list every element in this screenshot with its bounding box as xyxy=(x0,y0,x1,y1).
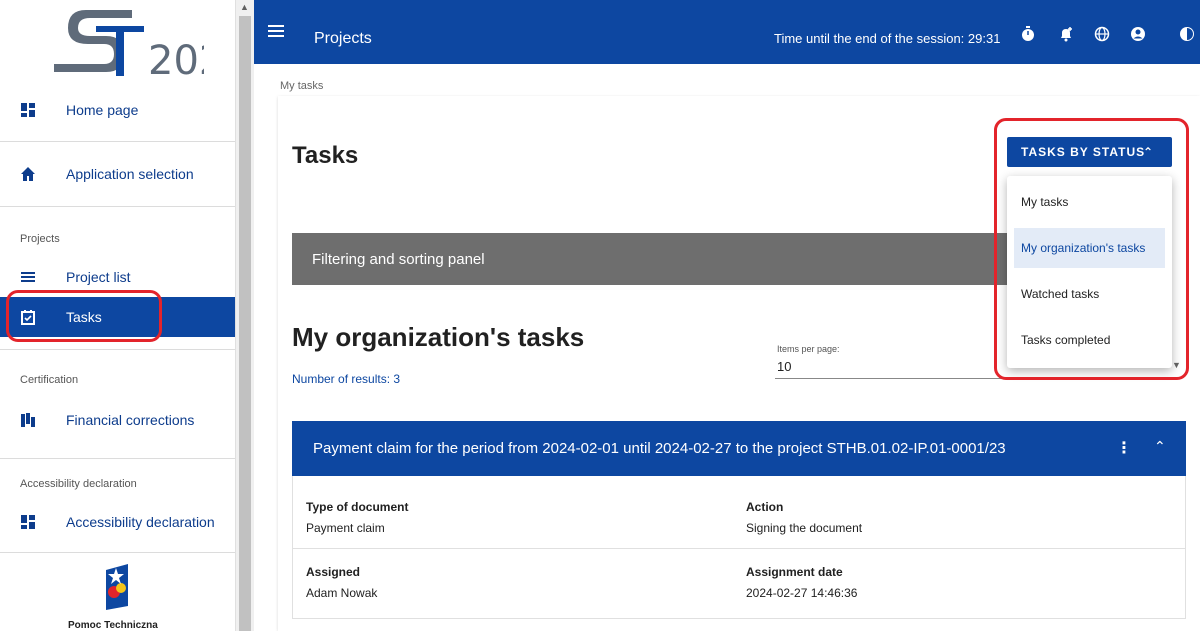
nav-financial-corrections[interactable]: Financial corrections xyxy=(0,400,235,440)
section-title: My organization's tasks xyxy=(292,322,585,352)
nav-home-label: Home page xyxy=(66,102,139,118)
task-card-header[interactable]: Payment claim for the period from 2024-0… xyxy=(292,421,1186,476)
nav-home[interactable]: Home page xyxy=(0,90,235,130)
home-icon xyxy=(21,167,35,181)
topbar-title: Projects xyxy=(314,30,372,47)
nav-accessibility-label: Accessibility declaration xyxy=(66,514,215,530)
section-accessibility: Accessibility declaration xyxy=(20,478,137,490)
scroll-up-arrow-icon[interactable]: ▲ xyxy=(240,2,249,12)
section-projects: Projects xyxy=(20,233,60,245)
divider xyxy=(0,552,235,553)
assignment-date-value: 2024-02-27 14:46:36 xyxy=(746,586,858,600)
row-divider xyxy=(292,548,1186,549)
dashboard-icon xyxy=(21,515,35,529)
page-title: Tasks xyxy=(292,142,359,169)
divider xyxy=(0,206,235,207)
breadcrumb[interactable]: My tasks xyxy=(280,80,323,92)
assigned-label: Assigned xyxy=(306,565,361,579)
items-per-page-label: Items per page: xyxy=(777,344,840,354)
section-certification: Certification xyxy=(20,374,79,386)
annotation-highlight-tasks xyxy=(6,290,162,342)
action-value: Signing the document xyxy=(746,521,863,535)
assignment-date-label: Assignment date xyxy=(746,565,843,579)
results-count: Number of results: 3 xyxy=(292,372,401,386)
nav-project-list-label: Project list xyxy=(66,269,131,285)
dashboard-icon xyxy=(21,103,35,117)
corrections-icon xyxy=(21,413,35,427)
nav-financial-corrections-label: Financial corrections xyxy=(66,412,195,428)
contrast-settings-icon[interactable] xyxy=(1179,26,1195,42)
top-bar: Projects Time until the end of the sessi… xyxy=(254,0,1200,64)
session-timer-text: Time until the end of the session: 29:31 xyxy=(774,31,1001,46)
nav-application-selection-label: Application selection xyxy=(66,166,194,182)
list-icon xyxy=(21,272,35,282)
items-per-page-select[interactable]: 10 xyxy=(777,359,791,374)
assigned-value: Adam Nowak xyxy=(306,586,378,600)
svg-text:2021: 2021 xyxy=(148,38,204,80)
nav-accessibility-declaration[interactable]: Accessibility declaration xyxy=(0,502,235,542)
sl2021-logo: 2021 xyxy=(54,10,204,80)
footer-text: Pomoc Techniczna xyxy=(68,620,158,631)
type-of-document-label: Type of document xyxy=(306,500,409,514)
divider xyxy=(0,141,235,142)
language-globe-icon[interactable] xyxy=(1094,26,1110,42)
notification-bell-icon[interactable] xyxy=(1058,26,1074,42)
filtering-panel-label: Filtering and sorting panel xyxy=(312,250,485,268)
filtering-panel[interactable]: Filtering and sorting panel xyxy=(292,233,1012,285)
hamburger-menu-icon[interactable] xyxy=(268,24,284,38)
annotation-highlight-dropdown xyxy=(994,118,1189,380)
collapse-chevron-icon[interactable]: ⌃ xyxy=(1154,438,1166,455)
nav-application-selection[interactable]: Application selection xyxy=(0,154,235,194)
eu-funds-logo xyxy=(106,564,128,610)
scrollbar-thumb[interactable] xyxy=(239,16,251,631)
divider xyxy=(0,349,235,350)
type-of-document-value: Payment claim xyxy=(306,521,385,535)
user-account-icon[interactable] xyxy=(1130,26,1146,42)
task-title: Payment claim for the period from 2024-0… xyxy=(313,440,1006,457)
timer-icon[interactable] xyxy=(1020,26,1036,42)
action-label: Action xyxy=(746,500,784,514)
more-options-icon[interactable]: ⋮ xyxy=(1116,438,1132,458)
divider xyxy=(0,458,235,459)
